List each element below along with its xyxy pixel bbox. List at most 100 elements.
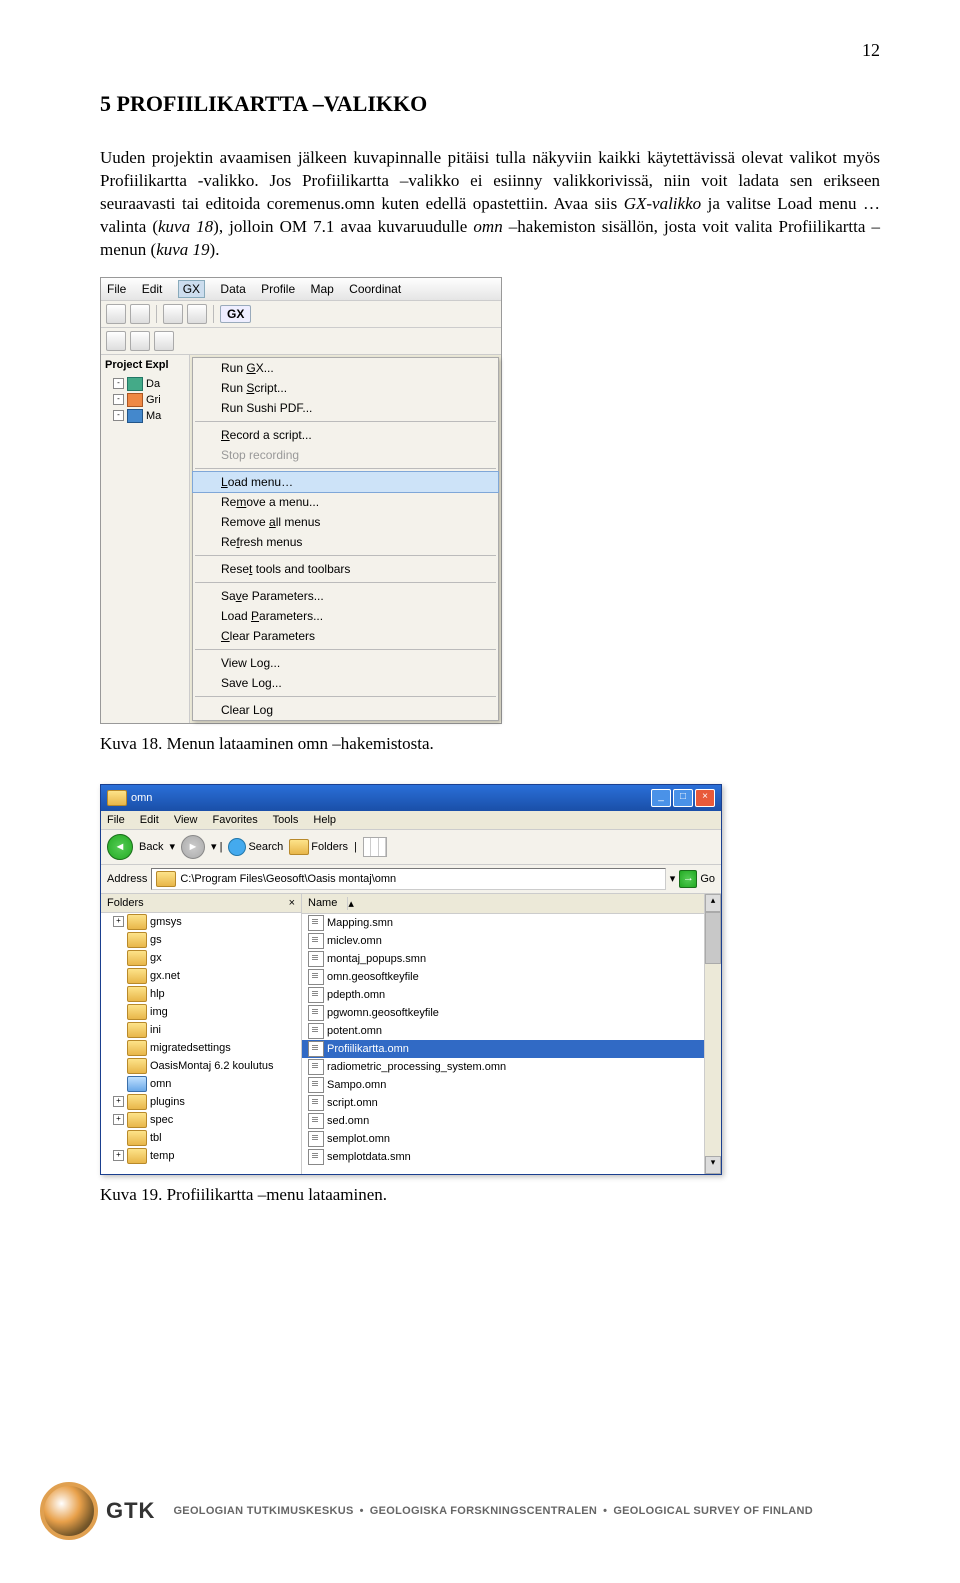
- file-list-item[interactable]: omn.geosoftkeyfile: [302, 968, 704, 986]
- menu-item[interactable]: Refresh menus: [193, 532, 498, 552]
- folder-tree-item[interactable]: ini: [101, 1021, 301, 1039]
- toolbar-icon[interactable]: [106, 331, 126, 351]
- menu-item[interactable]: Record a script...: [193, 425, 498, 445]
- expand-icon[interactable]: +: [113, 1114, 124, 1125]
- file-list-item[interactable]: Sampo.omn: [302, 1076, 704, 1094]
- folder-tree-item[interactable]: img: [101, 1003, 301, 1021]
- menu-item[interactable]: Clear Parameters: [193, 626, 498, 646]
- scroll-thumb[interactable]: [705, 912, 721, 964]
- file-list-item[interactable]: semplotdata.smn: [302, 1148, 704, 1166]
- project-explorer-pane: Project Expl -Da -Gri -Ma: [101, 355, 190, 723]
- menu-item[interactable]: Load menu: [192, 471, 499, 493]
- menu-view[interactable]: View: [174, 814, 198, 826]
- menu-edit[interactable]: Edit: [142, 282, 163, 296]
- toolbar-icon[interactable]: [130, 331, 150, 351]
- menu-item[interactable]: Clear Log: [193, 700, 498, 720]
- menu-coordinat[interactable]: Coordinat: [349, 282, 401, 296]
- menu-edit[interactable]: Edit: [140, 814, 159, 826]
- tree-item[interactable]: -Gri: [113, 393, 185, 407]
- toolbar-icon[interactable]: [106, 304, 126, 324]
- menu-file[interactable]: File: [107, 814, 125, 826]
- menu-gx[interactable]: GX: [178, 280, 205, 298]
- expand-icon[interactable]: +: [113, 1096, 124, 1107]
- folder-tree-item[interactable]: +temp: [101, 1147, 301, 1165]
- close-button[interactable]: ×: [695, 789, 715, 807]
- scroll-down-icon[interactable]: ▾: [705, 1156, 721, 1174]
- menu-item[interactable]: Remove all menus: [193, 512, 498, 532]
- menu-help[interactable]: Help: [313, 814, 336, 826]
- menu-item[interactable]: Remove a menu...: [193, 492, 498, 512]
- go-button[interactable]: → Go: [679, 870, 715, 888]
- menu-item[interactable]: Reset tools and toolbars: [193, 559, 498, 579]
- search-button[interactable]: Search: [228, 838, 283, 856]
- address-dropdown-icon[interactable]: ▾: [670, 872, 676, 885]
- folder-tree-item[interactable]: +spec: [101, 1111, 301, 1129]
- forward-button-icon[interactable]: ►: [181, 835, 205, 859]
- back-dropdown-icon[interactable]: ▾: [169, 840, 175, 853]
- menu-data[interactable]: Data: [220, 282, 245, 296]
- menu-item[interactable]: Load Parameters...: [193, 606, 498, 626]
- back-label[interactable]: Back: [139, 841, 163, 853]
- folder-tree-item[interactable]: hlp: [101, 985, 301, 1003]
- view-mode-button[interactable]: [363, 837, 387, 857]
- menu-file[interactable]: File: [107, 282, 126, 296]
- folder-tree-item[interactable]: +plugins: [101, 1093, 301, 1111]
- sort-icon[interactable]: ▴: [348, 897, 354, 910]
- expand-icon[interactable]: +: [113, 916, 124, 927]
- expand-icon[interactable]: -: [113, 378, 124, 389]
- name-column-header[interactable]: Name: [308, 897, 348, 910]
- menu-favorites[interactable]: Favorites: [213, 814, 258, 826]
- file-list-item[interactable]: sed.omn: [302, 1112, 704, 1130]
- expand-icon[interactable]: -: [113, 410, 124, 421]
- expand-icon[interactable]: -: [113, 394, 124, 405]
- toolbar-icon[interactable]: [130, 304, 150, 324]
- file-list-item[interactable]: montaj_popups.smn: [302, 950, 704, 968]
- folder-tree-item[interactable]: migratedsettings: [101, 1039, 301, 1057]
- folder-tree-item[interactable]: + gmsys: [101, 913, 301, 931]
- menu-item[interactable]: Run GX...: [193, 358, 498, 378]
- menu-tools[interactable]: Tools: [273, 814, 299, 826]
- folder-tree-item[interactable]: omn: [101, 1075, 301, 1093]
- files-list-pane: Name ▴ Mapping.smnmiclev.omnmontaj_popup…: [302, 894, 704, 1174]
- menu-item[interactable]: Save Log...: [193, 673, 498, 693]
- maximize-button[interactable]: □: [673, 789, 693, 807]
- menu-item[interactable]: View Log...: [193, 653, 498, 673]
- folder-tree-item[interactable]: gx: [101, 949, 301, 967]
- file-list-item[interactable]: semplot.omn: [302, 1130, 704, 1148]
- toolbar-icon[interactable]: [154, 331, 174, 351]
- file-list-item[interactable]: miclev.omn: [302, 932, 704, 950]
- toolbar-icon[interactable]: [163, 304, 183, 324]
- folder-tree-item[interactable]: tbl: [101, 1129, 301, 1147]
- expand-icon[interactable]: +: [113, 1150, 124, 1161]
- menu-item[interactable]: Run Sushi PDF...: [193, 398, 498, 418]
- menu-item[interactable]: Save Parameters...: [193, 586, 498, 606]
- menu-item[interactable]: Run Script...: [193, 378, 498, 398]
- file-list-item[interactable]: script.omn: [302, 1094, 704, 1112]
- tree-item[interactable]: -Ma: [113, 409, 185, 423]
- file-list-item[interactable]: Mapping.smn: [302, 914, 704, 932]
- folder-name: gmsys: [150, 916, 182, 928]
- scrollbar[interactable]: ▴ ▾: [704, 894, 721, 1174]
- file-list-item[interactable]: pgwomn.geosoftkeyfile: [302, 1004, 704, 1022]
- minimize-button[interactable]: _: [651, 789, 671, 807]
- file-list-item[interactable]: pdepth.omn: [302, 986, 704, 1004]
- back-button-icon[interactable]: ◄: [107, 834, 133, 860]
- scroll-up-icon[interactable]: ▴: [705, 894, 721, 912]
- file-list-item[interactable]: Profiilikartta.omn: [302, 1040, 704, 1058]
- file-icon: [308, 1095, 324, 1111]
- menu-profile[interactable]: Profile: [261, 282, 295, 296]
- tree-item[interactable]: -Da: [113, 377, 185, 391]
- file-list-item[interactable]: potent.omn: [302, 1022, 704, 1040]
- menu-map[interactable]: Map: [310, 282, 333, 296]
- folder-tree-item[interactable]: OasisMontaj 6.2 koulutus: [101, 1057, 301, 1075]
- folders-button[interactable]: Folders: [289, 839, 348, 855]
- folder-tree-item[interactable]: gs: [101, 931, 301, 949]
- close-pane-icon[interactable]: ×: [289, 897, 295, 909]
- address-input[interactable]: C:\Program Files\Geosoft\Oasis montaj\om…: [151, 868, 665, 890]
- folder-tree-item[interactable]: gx.net: [101, 967, 301, 985]
- gx-button[interactable]: GX: [220, 305, 251, 323]
- folder-icon: [127, 1058, 147, 1074]
- folder-name: hlp: [150, 988, 165, 1000]
- toolbar-icon[interactable]: [187, 304, 207, 324]
- file-list-item[interactable]: radiometric_processing_system.omn: [302, 1058, 704, 1076]
